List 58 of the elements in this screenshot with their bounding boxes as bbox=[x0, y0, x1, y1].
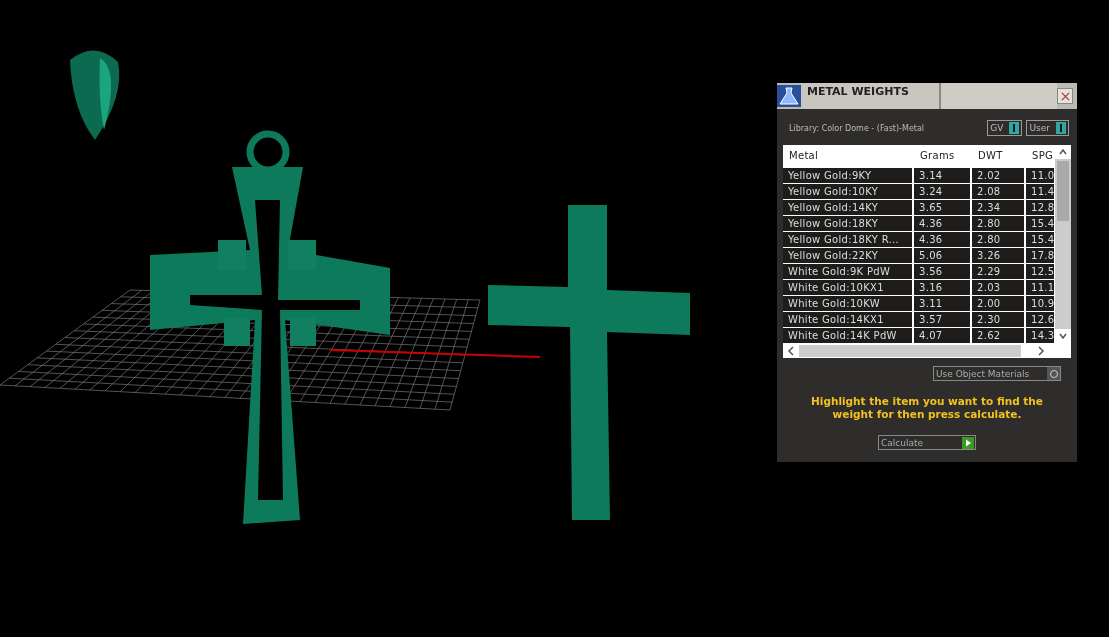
table-cell: White Gold:9K PdW bbox=[783, 264, 912, 279]
table-cell: 14.3 bbox=[1026, 328, 1054, 343]
table-cell: 2.03 bbox=[972, 280, 1024, 295]
table-cell: 11.0 bbox=[1026, 168, 1054, 183]
play-icon bbox=[962, 436, 974, 449]
table-cell: White Gold:14KX1 bbox=[783, 312, 912, 327]
table-cell: Yellow Gold:18KY R... bbox=[783, 232, 912, 247]
table-cell: 2.02 bbox=[972, 168, 1024, 183]
table-cell: 3.65 bbox=[914, 200, 970, 215]
table-cell: White Gold:10KW bbox=[783, 296, 912, 311]
table-cell: Yellow Gold:18KY bbox=[783, 216, 912, 231]
use-object-materials-toggle[interactable]: Use Object Materials bbox=[933, 366, 1061, 381]
table-cell: 4.36 bbox=[914, 216, 970, 231]
table-cell: 3.16 bbox=[914, 280, 970, 295]
table-cell: 3.56 bbox=[914, 264, 970, 279]
table-cell: 3.24 bbox=[914, 184, 970, 199]
table-cell: 4.07 bbox=[914, 328, 970, 343]
table-cell: White Gold:10KX1 bbox=[783, 280, 912, 295]
table-cell: Yellow Gold:9KY bbox=[783, 168, 912, 183]
table-cell: 2.34 bbox=[972, 200, 1024, 215]
table-cell: 11.1 bbox=[1026, 280, 1054, 295]
table-cell: 11.4 bbox=[1026, 184, 1054, 199]
table-cell: 3.14 bbox=[914, 168, 970, 183]
table-cell: 12.6 bbox=[1026, 312, 1054, 327]
scroll-thumb[interactable] bbox=[1057, 161, 1069, 221]
table-cell: 12.8 bbox=[1026, 200, 1054, 215]
toggle-switch[interactable]: GV bbox=[987, 120, 1023, 136]
library-label: Library: Color Dome - (Fast)-Metal bbox=[789, 123, 925, 133]
table-cell: 2.00 bbox=[972, 296, 1024, 311]
scroll-thumb[interactable] bbox=[799, 344, 1021, 357]
table-cell: 5.06 bbox=[914, 248, 970, 263]
close-icon bbox=[1060, 91, 1070, 101]
table-cell: 10.9 bbox=[1026, 296, 1054, 311]
table-cell: 2.30 bbox=[972, 312, 1024, 327]
table-cell: 2.29 bbox=[972, 264, 1024, 279]
table-cell: 15.4 bbox=[1026, 232, 1054, 247]
calculate-button[interactable]: Calculate bbox=[878, 435, 976, 450]
table-cell: Yellow Gold:22KY bbox=[783, 248, 912, 263]
table-cell: 3.11 bbox=[914, 296, 970, 311]
vertical-scrollbar[interactable] bbox=[1054, 145, 1071, 343]
close-button[interactable] bbox=[1057, 88, 1073, 104]
instruction-text: Highlight the item you want to find the weight for then press calculate. bbox=[810, 394, 1044, 421]
toggle-switch[interactable]: User bbox=[1026, 120, 1069, 136]
table-cell: 15.4 bbox=[1026, 216, 1054, 231]
table-cell: 4.36 bbox=[914, 232, 970, 247]
table-cell: 2.62 bbox=[972, 328, 1024, 343]
table-cell: Yellow Gold:10KY bbox=[783, 184, 912, 199]
table-cell: 3.26 bbox=[972, 248, 1024, 263]
table-cell: 2.80 bbox=[972, 232, 1024, 247]
table-cell: 2.08 bbox=[972, 184, 1024, 199]
table-cell: 3.57 bbox=[914, 312, 970, 327]
flask-icon bbox=[777, 83, 801, 109]
panel-title: METAL WEIGHTS bbox=[801, 83, 941, 109]
table-cell: Yellow Gold:14KY bbox=[783, 200, 912, 215]
table-cell: 12.5 bbox=[1026, 264, 1054, 279]
table-cell: White Gold:14K PdW bbox=[783, 328, 912, 343]
table-cell: 17.8 bbox=[1026, 248, 1054, 263]
table-cell: 2.80 bbox=[972, 216, 1024, 231]
